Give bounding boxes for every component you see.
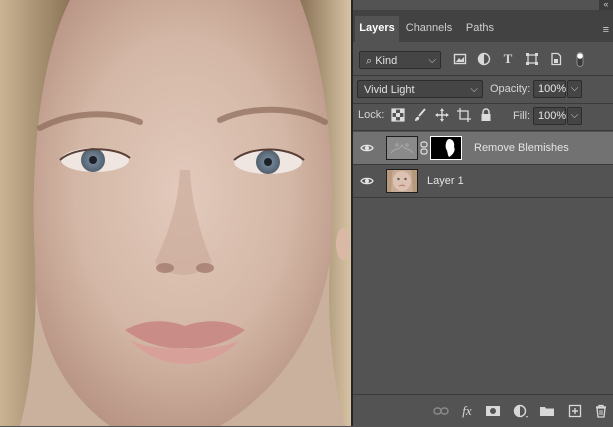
- tab-channels[interactable]: Channels: [401, 16, 457, 42]
- separator: [353, 75, 613, 76]
- add-mask-icon[interactable]: [485, 403, 501, 419]
- adjustment-filter-icon[interactable]: [477, 52, 491, 66]
- search-icon: ⌕: [366, 55, 376, 67]
- layer-mask-thumbnail[interactable]: [430, 136, 462, 160]
- tab-layers[interactable]: Layers: [355, 16, 399, 42]
- tab-paths[interactable]: Paths: [459, 16, 501, 42]
- link-layers-icon[interactable]: [433, 403, 449, 419]
- fx-icon[interactable]: fx: [459, 403, 475, 419]
- blend-mode-dropdown[interactable]: Vivid Light ⌵: [357, 80, 483, 98]
- mask-link-icon[interactable]: [420, 141, 428, 155]
- lock-transparent-pixels-icon[interactable]: [391, 108, 405, 122]
- type-filter-icon[interactable]: T: [501, 52, 515, 66]
- fill-input[interactable]: 100%: [533, 107, 566, 125]
- lock-all-icon[interactable]: [479, 108, 493, 122]
- portrait-image: [0, 0, 351, 426]
- separator: [353, 130, 613, 131]
- chevron-down-icon: ⌵: [470, 84, 478, 95]
- separator: [353, 103, 613, 104]
- pixel-filter-icon[interactable]: [453, 52, 467, 66]
- smart-object-filter-icon[interactable]: [549, 52, 563, 66]
- kind-label: Kind: [375, 55, 398, 67]
- layers-bottom-toolbar: fx: [353, 394, 613, 427]
- document-canvas[interactable]: [0, 0, 351, 426]
- opacity-input[interactable]: 100%: [533, 80, 566, 98]
- filter-toggle-icon[interactable]: [573, 52, 587, 67]
- chevron-down-icon: ⌵: [428, 55, 436, 66]
- visibility-eye-icon[interactable]: [360, 174, 374, 188]
- collapse-panel-button[interactable]: «: [599, 0, 613, 10]
- layer-thumbnail: [386, 136, 418, 160]
- panel-menu-icon[interactable]: ≡: [603, 24, 609, 36]
- opacity-label: Opacity:: [490, 83, 531, 95]
- layer-name[interactable]: Remove Blemishes: [474, 132, 569, 164]
- new-group-icon[interactable]: [539, 403, 555, 419]
- lock-label: Lock:: [358, 109, 385, 121]
- layer-row-remove-blemishes[interactable]: Remove Blemishes: [353, 132, 613, 164]
- layer-name[interactable]: Layer 1: [427, 165, 464, 197]
- blend-mode-value: Vivid Light: [364, 84, 415, 96]
- delete-layer-icon[interactable]: [593, 403, 609, 419]
- fill-label: Fill:: [513, 110, 531, 122]
- layer-filter-kind-dropdown[interactable]: ⌕ Kind ⌵: [359, 51, 441, 69]
- layer-thumbnail: [386, 169, 418, 193]
- visibility-eye-icon[interactable]: [360, 141, 374, 155]
- new-layer-icon[interactable]: [567, 403, 583, 419]
- layer-row-layer-1[interactable]: Layer 1: [353, 165, 613, 197]
- shape-filter-icon[interactable]: [525, 52, 539, 66]
- panel-tab-bar: Layers Channels Paths ≡: [353, 10, 613, 42]
- lock-image-pixels-icon[interactable]: [413, 108, 427, 122]
- lock-position-icon[interactable]: [435, 108, 449, 122]
- adjustment-layer-icon[interactable]: [513, 403, 529, 419]
- opacity-dropdown-arrow[interactable]: ⌵: [567, 80, 582, 98]
- lock-artboard-icon[interactable]: [457, 108, 471, 122]
- separator: [353, 197, 613, 198]
- layers-panel: « Layers Channels Paths ≡ ⌕ Kind ⌵ T Viv…: [353, 0, 613, 427]
- fill-dropdown-arrow[interactable]: ⌵: [567, 107, 582, 125]
